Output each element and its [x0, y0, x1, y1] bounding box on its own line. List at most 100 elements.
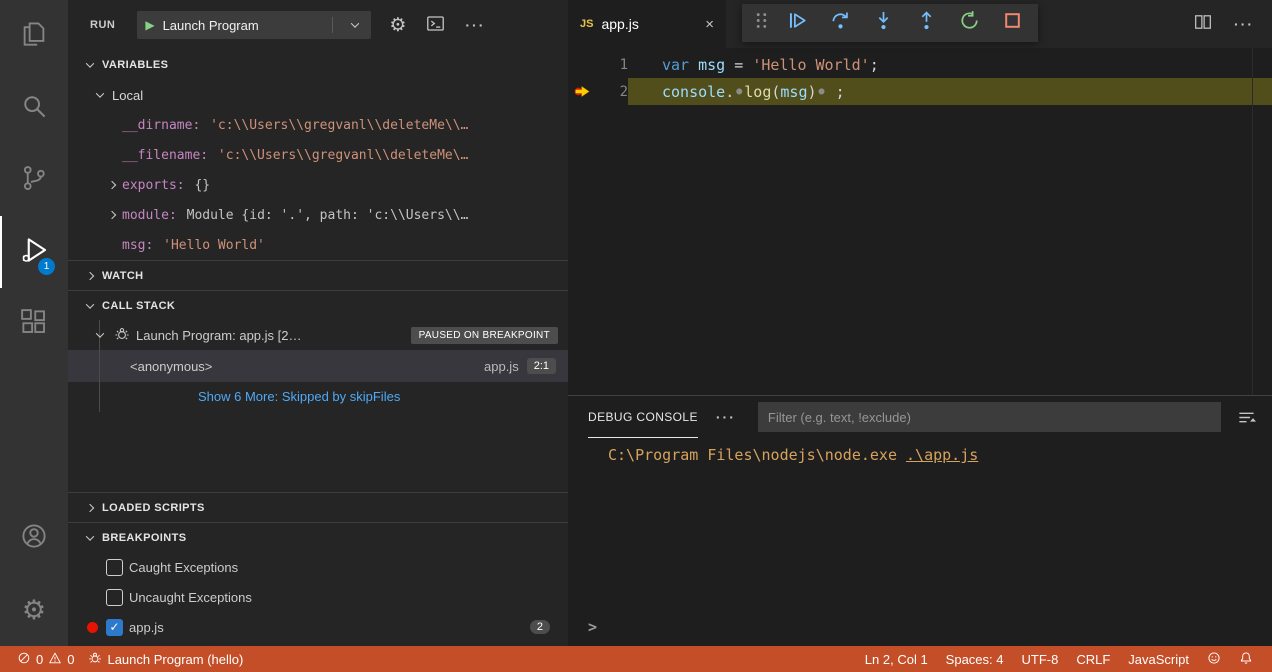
continue-icon — [787, 10, 808, 36]
activity-explorer[interactable] — [0, 0, 68, 72]
inline-breakpoint-dot-icon: ● — [817, 86, 827, 97]
activity-run-debug[interactable]: 1 — [0, 216, 68, 288]
language-mode[interactable]: JavaScript — [1119, 652, 1198, 667]
chevron-right-icon[interactable] — [82, 273, 98, 279]
activity-source-control[interactable] — [0, 144, 68, 216]
line-number: 1 — [620, 57, 628, 73]
vscode-window: 1 ⚙ RUN ▶ Launch Program — [0, 0, 1272, 672]
chevron-right-icon[interactable] — [104, 212, 120, 218]
debug-session-status[interactable]: Launch Program (hello) — [81, 646, 250, 672]
configure-gear-icon[interactable]: ⚙ — [389, 16, 406, 35]
step-out-button[interactable] — [905, 4, 948, 42]
more-actions-icon[interactable]: ··· — [1234, 16, 1254, 32]
step-over-button[interactable] — [819, 4, 862, 42]
chevron-right-icon[interactable] — [104, 182, 120, 188]
filter-lines-icon[interactable] — [1237, 408, 1256, 427]
variable-row[interactable]: __filename: 'c:\\Users\\gregvanl\\delete… — [68, 140, 568, 170]
stop-button[interactable] — [991, 4, 1034, 42]
restart-button[interactable] — [948, 4, 991, 42]
step-over-icon — [830, 10, 851, 36]
grip-dots-icon — [751, 10, 772, 36]
chevron-down-icon[interactable] — [92, 92, 108, 98]
chevron-down-icon[interactable] — [82, 303, 98, 309]
dropdown-separator — [332, 17, 333, 33]
show-more-link[interactable]: Show 6 More: Skipped by skipFiles — [68, 382, 568, 410]
inline-breakpoint-dot-icon: ● — [734, 86, 744, 97]
close-icon[interactable]: × — [705, 16, 714, 33]
section-call-stack[interactable]: CALL STACK — [68, 290, 568, 320]
breakpoint-dot-icon — [84, 622, 100, 633]
code-text[interactable]: var msg = 'Hello World'; — [628, 51, 1272, 78]
scope-row-local[interactable]: Local — [68, 80, 568, 110]
checkbox-checked-icon[interactable]: ✓ — [106, 619, 123, 636]
console-prompt-icon[interactable]: > — [588, 618, 597, 636]
stack-frame-row[interactable]: <anonymous> app.js 2:1 — [68, 350, 568, 382]
current-execution-line[interactable]: console.●log(msg)● ; — [628, 78, 1272, 105]
notifications-button[interactable] — [1230, 651, 1262, 668]
code-editor[interactable]: 1 var msg = 'Hello World'; 2 console.●lo… — [568, 48, 1272, 395]
step-into-button[interactable] — [862, 4, 905, 42]
paused-breakpoint-icon[interactable] — [574, 83, 591, 100]
activity-search[interactable] — [0, 72, 68, 144]
frame-location-badge: 2:1 — [527, 358, 556, 374]
console-filter-input[interactable] — [758, 402, 1221, 432]
more-actions-icon[interactable]: ··· — [716, 409, 736, 425]
error-count: 0 — [36, 652, 43, 667]
editor-tab-bar: JS app.js × — [568, 0, 1272, 48]
tab-label: app.js — [601, 16, 638, 32]
section-variables[interactable]: VARIABLES — [68, 50, 568, 80]
tab-appjs[interactable]: JS app.js × — [568, 0, 726, 48]
section-loaded-scripts[interactable]: LOADED SCRIPTS — [68, 492, 568, 522]
chevron-down-icon[interactable] — [82, 62, 98, 68]
encoding-indicator[interactable]: UTF-8 — [1013, 652, 1068, 667]
more-actions-icon[interactable]: ··· — [465, 17, 485, 33]
paused-badge: PAUSED ON BREAKPOINT — [411, 327, 558, 344]
activity-spacer — [0, 360, 68, 502]
cursor-position[interactable]: Ln 2, Col 1 — [856, 652, 937, 667]
search-icon — [19, 91, 49, 126]
gutter[interactable]: 2 — [568, 78, 628, 105]
drag-handle[interactable] — [746, 4, 776, 42]
call-stack-empty-space — [68, 410, 568, 492]
scope-label: Local — [112, 88, 143, 103]
activity-account[interactable] — [0, 502, 68, 574]
section-title: BREAKPOINTS — [102, 532, 186, 544]
breakpoint-row[interactable]: Caught Exceptions — [68, 552, 568, 582]
activity-settings[interactable]: ⚙ — [0, 574, 68, 646]
section-watch[interactable]: WATCH — [68, 260, 568, 290]
feedback-button[interactable] — [1198, 651, 1230, 668]
debug-session-row[interactable]: Launch Program: app.js [2… PAUSED ON BRE… — [68, 320, 568, 350]
breakpoint-row[interactable]: ✓ app.js 2 — [68, 612, 568, 642]
section-breakpoints[interactable]: BREAKPOINTS — [68, 522, 568, 552]
debug-toolbar — [742, 4, 1038, 42]
variable-row[interactable]: module: Module {id: '.', path: 'c:\\User… — [68, 200, 568, 230]
chevron-down-icon[interactable] — [92, 332, 108, 338]
variable-row[interactable]: msg: 'Hello World' — [68, 230, 568, 260]
eol-indicator[interactable]: CRLF — [1067, 652, 1119, 667]
variable-row[interactable]: __dirname: 'c:\\Users\\gregvanl\\deleteM… — [68, 110, 568, 140]
start-debugging-icon[interactable]: ▶ — [145, 18, 154, 32]
frame-meta: app.js 2:1 — [484, 358, 568, 374]
launch-config-dropdown[interactable]: ▶ Launch Program — [137, 11, 371, 39]
javascript-file-icon: JS — [580, 18, 593, 30]
tab-debug-console[interactable]: DEBUG CONSOLE — [588, 396, 698, 438]
checkbox-unchecked-icon[interactable] — [106, 589, 123, 606]
console-file-link[interactable]: .\app.js — [906, 446, 978, 464]
debug-console-icon[interactable] — [426, 14, 445, 36]
gutter[interactable]: 1 — [568, 51, 628, 78]
chevron-down-icon[interactable] — [82, 535, 98, 541]
indentation-indicator[interactable]: Spaces: 4 — [937, 652, 1013, 667]
chevron-right-icon[interactable] — [82, 505, 98, 511]
problems-indicator[interactable]: 0 0 — [10, 646, 81, 672]
chevron-down-icon[interactable] — [347, 22, 363, 28]
debug-status-label: Launch Program (hello) — [107, 652, 243, 667]
checkbox-unchecked-icon[interactable] — [106, 559, 123, 576]
extensions-icon — [19, 307, 49, 342]
console-command-text: C:\Program Files\nodejs\node.exe — [608, 446, 906, 464]
continue-button[interactable] — [776, 4, 819, 42]
section-title: LOADED SCRIPTS — [102, 502, 205, 514]
split-editor-icon[interactable] — [1194, 13, 1212, 36]
activity-extensions[interactable] — [0, 288, 68, 360]
breakpoint-row[interactable]: Uncaught Exceptions — [68, 582, 568, 612]
variable-row[interactable]: exports: {} — [68, 170, 568, 200]
